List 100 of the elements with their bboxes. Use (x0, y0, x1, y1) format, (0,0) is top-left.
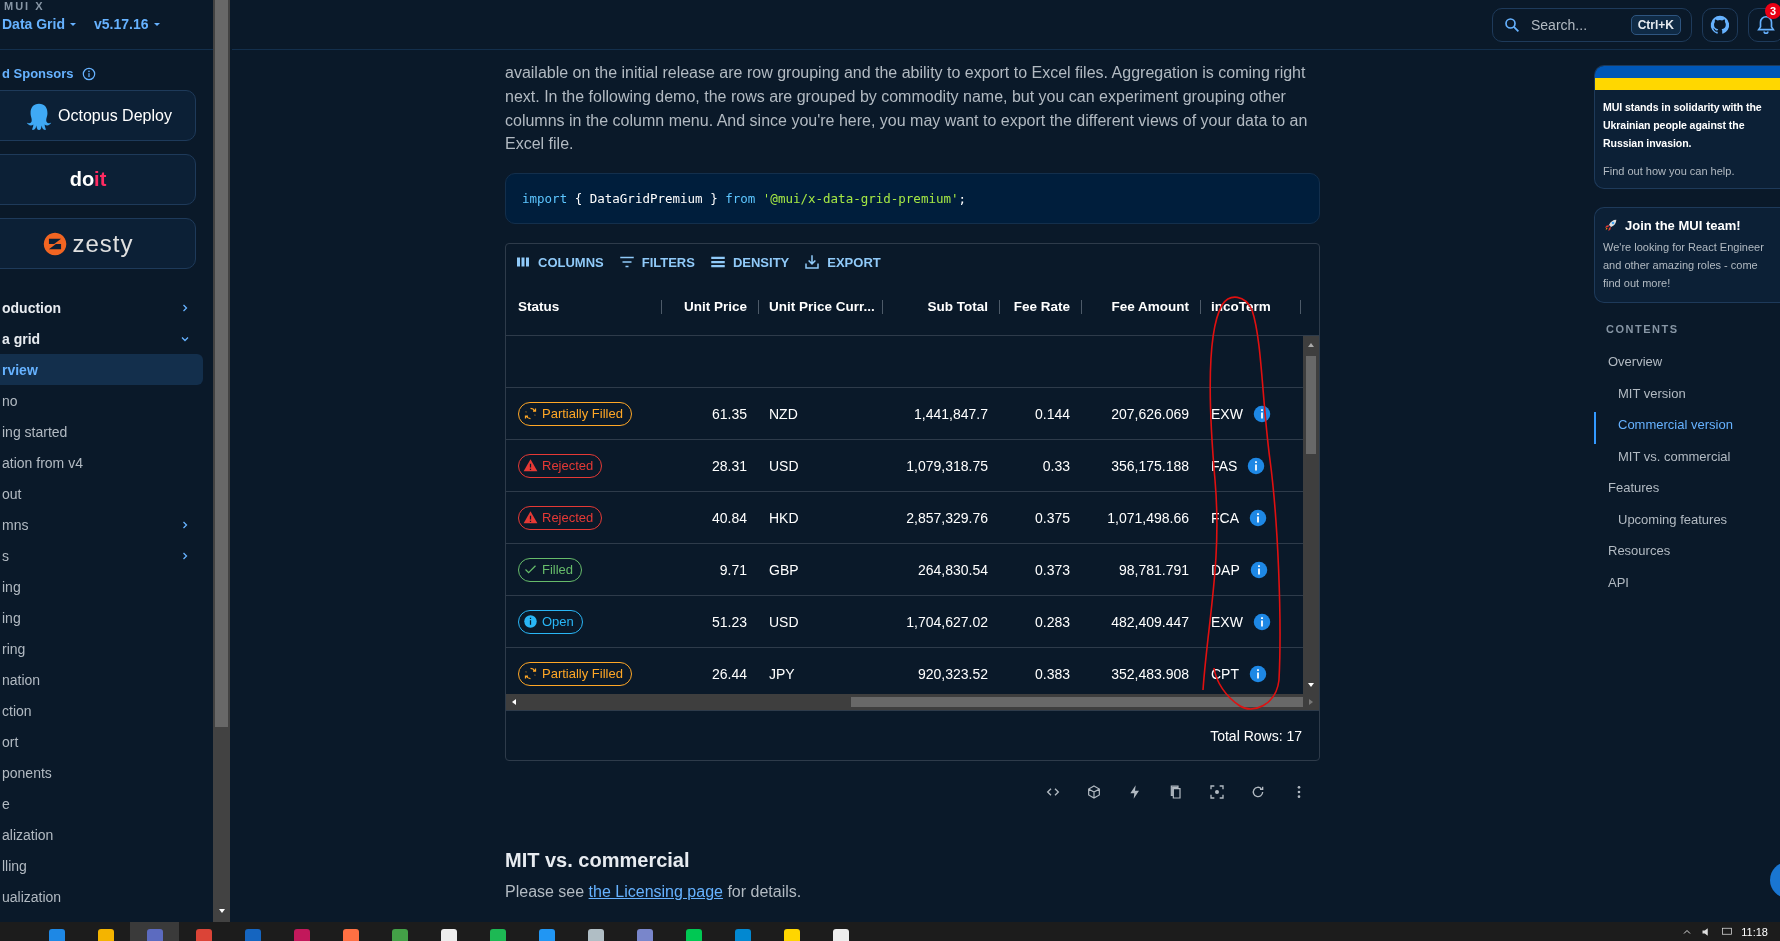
table-cell: USD (769, 613, 799, 630)
table-cell: 482,409.447 (1111, 613, 1189, 630)
product-label: MUI X (3, 0, 46, 12)
table-cell: 28.31 (711, 457, 747, 474)
table-cell: 356,175.188 (1111, 457, 1189, 474)
table-cell: 1,071,498.66 (1107, 509, 1189, 526)
nav-item[interactable]: mns (0, 509, 203, 540)
column-header[interactable]: Status (518, 299, 560, 315)
nav-item[interactable]: ring (0, 633, 203, 664)
table-cell: 0.144 (1034, 405, 1070, 422)
nav-item[interactable]: ction (0, 695, 203, 726)
code-block: import { DataGridPremium } from '@mui/x-data-grid-premium'; (505, 173, 1320, 225)
paragraph: Please see the Licensing page for details. (505, 883, 803, 902)
version-dropdown[interactable]: v5.17.16 (94, 16, 162, 32)
toolbar-button[interactable]: EXPORT (801, 252, 883, 273)
contents-heading: CONTENTS (1606, 323, 1680, 337)
search-field[interactable]: Search... Ctrl+K (1492, 7, 1692, 42)
table-cell: 98,781.791 (1118, 561, 1189, 578)
table-cell: JPY (769, 665, 795, 682)
nav-item[interactable]: s (0, 540, 203, 571)
table-cell: 920,323.52 (917, 665, 988, 682)
row-count: Total Rows: 17 (1210, 727, 1302, 744)
sponsor-logo-text: Octopus Deploy (58, 106, 172, 125)
product-dropdown[interactable]: Data Grid (2, 16, 78, 32)
card-text: and other amazing roles - come (1603, 258, 1759, 273)
sponsor-logo-text: doit (69, 168, 107, 191)
toolbar-button[interactable]: COLUMNS (512, 252, 606, 273)
clock: 11:18 (1741, 925, 1768, 938)
column-header[interactable]: Unit Price Curr... (769, 299, 875, 315)
toc-link[interactable]: MIT version (1594, 380, 1780, 412)
toolbar-button[interactable]: DENSITY (706, 252, 792, 273)
notification-badge: 3 (1765, 2, 1780, 19)
shortcut-key: Ctrl+K (1630, 14, 1681, 35)
toolbar-button[interactable]: FILTERS (615, 252, 697, 273)
card-link: Find out how you can help. (1603, 164, 1736, 178)
table-cell: 0.375 (1034, 509, 1070, 526)
nav-item[interactable]: e (0, 788, 203, 819)
toc-link[interactable]: MIT vs. commercial (1594, 443, 1780, 475)
table-cell: 1,079,318.75 (906, 457, 988, 474)
toc-link[interactable]: API (1594, 569, 1780, 601)
toc-link[interactable]: Overview (1594, 349, 1780, 381)
table-cell: 0.283 (1034, 613, 1070, 630)
card-text: We're looking for React Engineer (1603, 240, 1765, 255)
table-cell: 9.71 (719, 561, 747, 578)
table-cell: 26.44 (711, 665, 747, 682)
nav-item[interactable]: no (0, 385, 203, 416)
paragraph: available on the initial release are row grouping and the ability to export to Excel files. Aggregation is coming right next. In the following demo, the rows are grouped by commodity name, but you can experiment grouping other columns in the column menu. And since you're here, you may want to export the different views of your data to an Excel file. (505, 63, 1309, 155)
nav-item[interactable]: lling (0, 850, 203, 881)
column-header[interactable]: Unit Price (683, 299, 747, 315)
nav-item[interactable]: a grid (0, 323, 203, 354)
nav-item[interactable]: nation (0, 664, 203, 695)
table-cell: 0.383 (1034, 665, 1070, 682)
column-header[interactable]: Fee Amount (1111, 299, 1189, 315)
card-text: Ukrainian people against the (1603, 118, 1746, 133)
toc-link[interactable]: Commercial version (1594, 412, 1780, 444)
nav-item[interactable]: rview (0, 354, 203, 385)
nav-item[interactable]: ing (0, 571, 203, 602)
table-cell: 1,704,627.02 (906, 613, 988, 630)
sponsors-heading: d Sponsors (2, 66, 74, 81)
table-cell: 0.33 (1042, 457, 1070, 474)
card-text: MUI stands in solidarity with the (1603, 100, 1763, 115)
sponsor-logo-text: zesty (72, 229, 134, 258)
sponsor-card[interactable]: doit (0, 154, 196, 205)
table-cell: 2,857,329.76 (906, 509, 988, 526)
nav-item[interactable]: alization (0, 819, 203, 850)
table-cell: NZD (769, 405, 798, 422)
table-cell: HKD (769, 509, 799, 526)
nav-item[interactable]: out (0, 478, 203, 509)
nav-item[interactable]: oduction (0, 292, 203, 323)
section-heading: MIT vs. commercial (505, 848, 691, 874)
sponsor-card[interactable]: Octopus Deploy (0, 90, 196, 141)
nav-item[interactable]: ponents (0, 757, 203, 788)
nav-item[interactable]: ualization (0, 881, 203, 912)
table-cell: EXW (1211, 405, 1243, 422)
solidarity-card[interactable]: MUI stands in solidarity with the Ukrainian people against the Russian invasion. Find out how you can help. (1594, 65, 1780, 189)
sponsor-card[interactable]: zesty (0, 218, 196, 269)
nav-item[interactable]: ation from v4 (0, 447, 203, 478)
table-cell: 0.373 (1034, 561, 1070, 578)
column-header[interactable]: Sub Total (927, 299, 988, 315)
toc-link[interactable]: Features (1594, 475, 1780, 507)
toc-link[interactable]: Upcoming features (1594, 506, 1780, 538)
table-cell: EXW (1211, 613, 1243, 630)
table-cell: 352,483.908 (1111, 665, 1189, 682)
table-cell: 51.23 (711, 613, 747, 630)
table-cell: 40.84 (711, 509, 747, 526)
table-cell: 207,626.069 (1111, 405, 1189, 422)
card-text: find out more! (1603, 276, 1672, 291)
nav-item[interactable]: ing (0, 602, 203, 633)
column-header[interactable]: Fee Rate (1013, 299, 1070, 315)
table-cell: USD (769, 457, 799, 474)
nav-item[interactable]: ort (0, 726, 203, 757)
card-title: Join the MUI team! (1625, 217, 1741, 233)
table-cell: 264,830.54 (917, 561, 988, 578)
licensing-link[interactable]: the Licensing page (588, 883, 723, 901)
card-text: Russian invasion. (1603, 136, 1693, 151)
table-cell: 1,441,847.7 (914, 405, 988, 422)
toc-link[interactable]: Resources (1594, 538, 1780, 570)
job-card[interactable]: Join the MUI team! We're looking for React Engineer and other amazing roles - come find out more! (1594, 207, 1780, 303)
nav-item[interactable]: ing started (0, 416, 203, 447)
table-cell: GBP (769, 561, 799, 578)
